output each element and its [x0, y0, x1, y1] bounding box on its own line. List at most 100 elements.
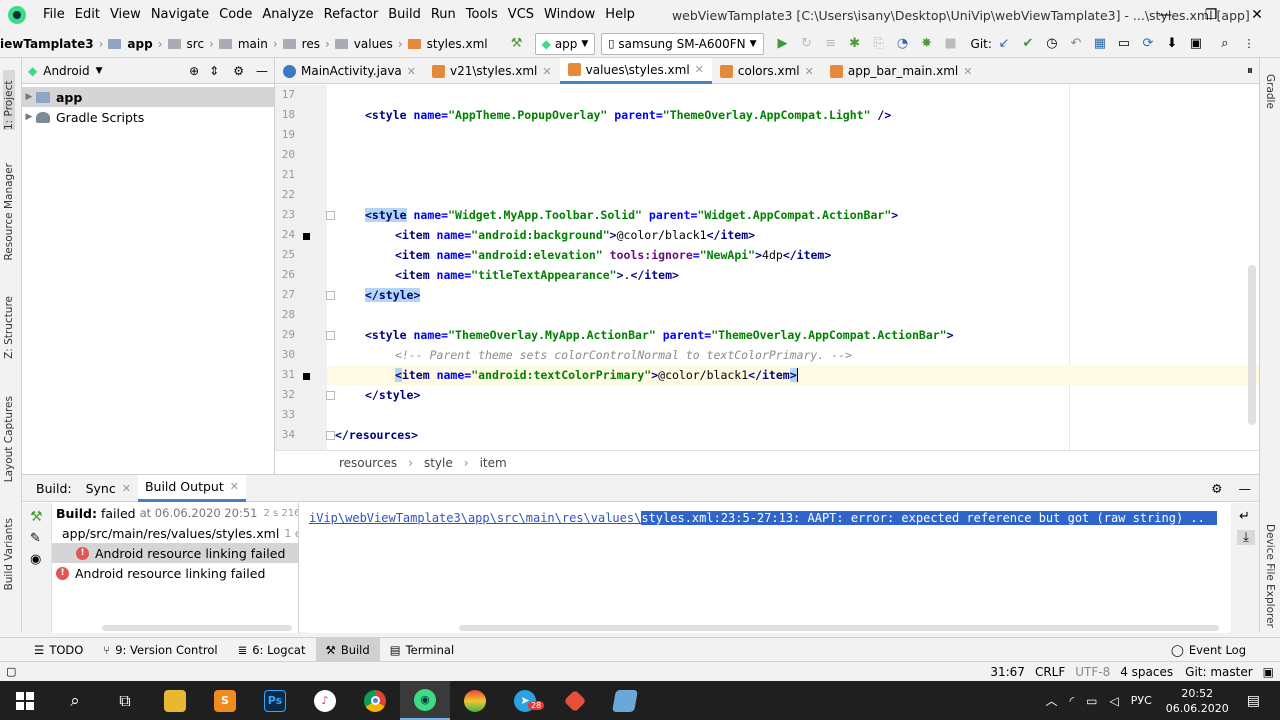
logcat-tab[interactable]: ≣ 6: Logcat: [228, 638, 316, 662]
rebuild-hammer-icon[interactable]: ⚒: [30, 509, 51, 525]
run-icon[interactable]: ▶: [772, 33, 794, 55]
file-encoding[interactable]: UTF-8: [1075, 665, 1110, 679]
minimize-icon[interactable]: —: [1142, 0, 1188, 30]
close-tab-icon[interactable]: ✕: [407, 65, 416, 78]
close-tab-icon[interactable]: ✕: [805, 65, 814, 78]
menu-window[interactable]: Window: [539, 0, 600, 30]
android-studio-taskbar-icon[interactable]: ◉: [400, 681, 450, 720]
git-branch[interactable]: Git: master: [1185, 665, 1253, 679]
eye-icon[interactable]: ◉: [30, 552, 51, 567]
chrome-icon[interactable]: [350, 681, 400, 720]
todo-tab[interactable]: ☰ TODO: [24, 638, 93, 662]
notes-app-icon[interactable]: [600, 681, 650, 720]
tab-sync[interactable]: Sync ✕: [79, 475, 138, 502]
menu-refactor[interactable]: Refactor: [319, 0, 384, 30]
photoshop-icon[interactable]: Ps: [250, 681, 300, 720]
build-error-node[interactable]: ! Android resource linking failed: [52, 563, 298, 583]
git-tool-icon[interactable]: [550, 681, 600, 720]
build-file-node[interactable]: app/src/main/res/values/styles.xml 1 err…: [52, 523, 298, 543]
structure-tool-tab[interactable]: Z: Structure: [3, 296, 15, 359]
split-pane-icon[interactable]: ⏸: [1247, 63, 1253, 78]
close-icon[interactable]: ✕: [1234, 0, 1280, 30]
chevron-down-icon[interactable]: ▼: [96, 66, 103, 76]
indent-setting[interactable]: 4 spaces: [1120, 665, 1173, 679]
build-error-node[interactable]: ! Android resource linking failed: [52, 543, 298, 563]
fold-marker-icon[interactable]: [326, 431, 335, 440]
more-icon[interactable]: ⋮: [1238, 33, 1260, 55]
editor-tab-mainactivity[interactable]: MainActivity.java ✕: [275, 58, 424, 84]
close-tab-icon[interactable]: ✕: [695, 63, 704, 76]
lock-icon[interactable]: ▣: [1263, 665, 1274, 679]
expand-arrow-icon[interactable]: ▶: [22, 112, 36, 122]
menu-navigate[interactable]: Navigate: [146, 0, 214, 30]
caret-position[interactable]: 31:67: [990, 665, 1025, 679]
error-file-link[interactable]: iVip\webViewTamplate3\app\src\main\res\v…: [309, 511, 641, 525]
hide-panel-icon[interactable]: —: [256, 64, 268, 78]
device-file-explorer-tool-tab[interactable]: Device File Explorer: [1264, 524, 1276, 628]
horizontal-scrollbar[interactable]: [459, 625, 1219, 631]
build-root-node[interactable]: Build: failed at 06.06.2020 20:51 2 s 21…: [52, 503, 298, 523]
close-tab-icon[interactable]: ✕: [542, 65, 551, 78]
stop-icon[interactable]: ■: [940, 33, 962, 55]
task-view-icon[interactable]: ⧉: [100, 681, 150, 720]
editor-tab-values-styles[interactable]: values\styles.xml ✕: [559, 58, 712, 84]
close-tab-icon[interactable]: ✕: [963, 65, 972, 78]
git-commit-icon[interactable]: ✔: [1017, 33, 1039, 55]
scroll-to-end-icon[interactable]: ⤓: [1237, 530, 1255, 545]
project-tool-tab[interactable]: 1: Project: [3, 70, 15, 130]
editor-tab-app-bar-main[interactable]: app_bar_main.xml ✕: [822, 58, 981, 84]
git-update-icon[interactable]: ↙: [993, 33, 1015, 55]
event-log-tab[interactable]: ◯ Event Log: [1161, 638, 1256, 662]
menu-edit[interactable]: Edit: [70, 0, 105, 30]
project-structure-icon[interactable]: ▦: [1089, 33, 1111, 55]
resource-manager-tool-tab[interactable]: Resource Manager: [3, 163, 15, 261]
fold-marker-icon[interactable]: [326, 391, 335, 400]
breadcrumb-app[interactable]: app: [125, 37, 154, 51]
device-selector[interactable]: ▯ samsung SM-A600FN ▼: [601, 32, 764, 55]
tab-build-output[interactable]: Build Output ✕: [137, 474, 246, 502]
debug-icon[interactable]: ✱: [844, 33, 866, 55]
battery-icon[interactable]: ▭: [1086, 694, 1097, 708]
version-control-tab[interactable]: ⑂ 9: Version Control: [93, 638, 227, 662]
layout-inspector-icon[interactable]: ▣: [1185, 33, 1207, 55]
make-project-hammer-icon[interactable]: ⚒: [506, 33, 528, 55]
menu-tools[interactable]: Tools: [461, 0, 503, 30]
tray-chevron-up-icon[interactable]: ︿: [1046, 692, 1058, 709]
menu-view[interactable]: View: [105, 0, 146, 30]
line-separator[interactable]: CRLF: [1035, 665, 1065, 679]
run-config-selector[interactable]: ◆ app ▼: [534, 32, 596, 55]
fold-marker-icon[interactable]: [326, 291, 335, 300]
windows-start-icon[interactable]: [0, 681, 50, 720]
editor-tab-v21-styles[interactable]: v21\styles.xml ✕: [424, 58, 560, 84]
apply-code-changes-icon[interactable]: ≡: [820, 33, 842, 55]
fold-marker-icon[interactable]: [326, 211, 335, 220]
breadcrumb-res[interactable]: res: [300, 37, 322, 51]
itunes-icon[interactable]: ♪: [300, 681, 350, 720]
menu-analyze[interactable]: Analyze: [257, 0, 318, 30]
volume-icon[interactable]: ◁: [1110, 694, 1119, 708]
breadcrumb-resources[interactable]: resources: [339, 456, 397, 470]
menu-help[interactable]: Help: [600, 0, 640, 30]
collapse-all-icon[interactable]: ⇕: [209, 64, 219, 78]
change-marker-icon[interactable]: [303, 373, 310, 380]
layout-captures-tool-tab[interactable]: Layout Captures: [3, 396, 15, 482]
coverage-icon[interactable]: ✸: [916, 33, 938, 55]
code-area[interactable]: 17 18 19 20 21 22 23 24 25 26 27 28 29 30 31 32 33 34 <st…: [275, 85, 1259, 450]
close-tab-icon[interactable]: ✕: [230, 480, 239, 493]
change-marker-icon[interactable]: [303, 233, 310, 240]
git-history-icon[interactable]: ◷: [1041, 33, 1063, 55]
avd-manager-icon[interactable]: ▭: [1113, 33, 1135, 55]
tree-item-gradle-scripts[interactable]: ▶ Gradle Scripts: [22, 107, 274, 127]
clock[interactable]: 20:52 06.06.2020: [1166, 686, 1229, 716]
telegram-icon[interactable]: ➤ 28: [500, 681, 550, 720]
build-variants-tool-tab[interactable]: Build Variants: [3, 518, 15, 590]
breadcrumb-project[interactable]: iewTamplate3: [0, 37, 96, 51]
input-language[interactable]: РУС: [1131, 694, 1152, 707]
breadcrumb-style[interactable]: style: [424, 456, 453, 470]
horizontal-scrollbar[interactable]: [102, 625, 292, 631]
editor-tab-colors[interactable]: colors.xml ✕: [712, 58, 822, 84]
sdk-manager-icon[interactable]: ⬇: [1161, 33, 1183, 55]
git-rollback-icon[interactable]: ↶: [1065, 33, 1087, 55]
menu-code[interactable]: Code: [214, 0, 257, 30]
breadcrumb-file[interactable]: styles.xml: [425, 37, 490, 51]
